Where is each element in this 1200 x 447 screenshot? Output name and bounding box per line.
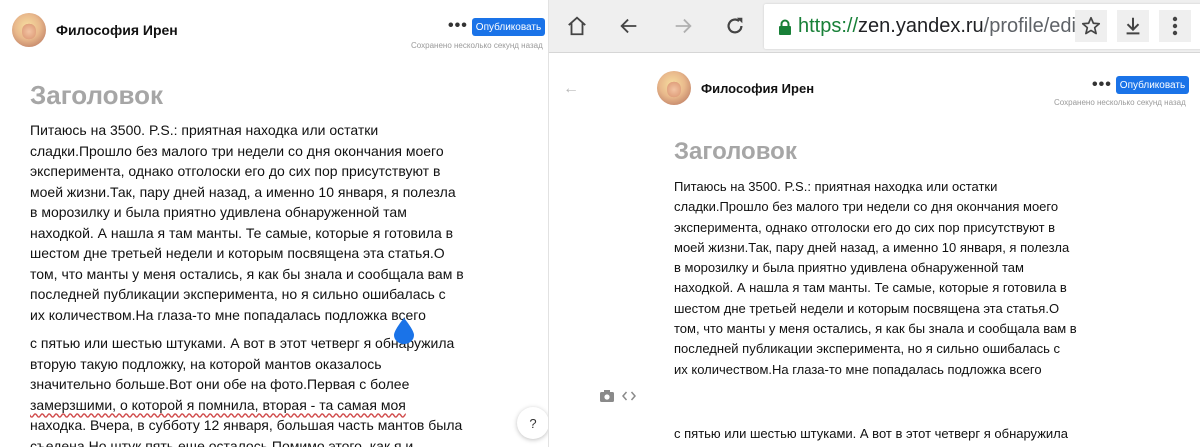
editor-header: Философия Ирен [12,13,178,47]
forward-icon[interactable] [667,10,699,42]
paragraph-line: эксперимента, однако отголоски его до си… [674,219,1056,235]
editor-back-icon[interactable]: ← [563,80,579,98]
url-text[interactable]: https://zen.yandex.ru/profile/edito [798,15,1093,38]
star-icon[interactable] [1075,10,1107,42]
more-menu-button[interactable]: ••• [1092,76,1112,94]
paragraph-line: сладки.Прошло без малого три недели со д… [674,199,1059,215]
back-icon[interactable] [613,10,645,42]
paragraph-line: вторую такую подложку, на которой мантов… [30,355,382,372]
paragraph-line: эксперимента, однако отголоски его до си… [30,163,441,179]
publish-button[interactable]: Опубликовать [472,18,545,36]
publish-button[interactable]: Опубликовать [1116,76,1189,94]
paragraph-line: Питаюсь на 3500. P.S.: приятная находка … [674,179,998,194]
embed-toolbar [600,390,636,405]
paragraph-line: находкой. А нашла я там манты. Те самые,… [674,280,1067,296]
avatar[interactable] [657,71,691,105]
paragraph-line: их количеством.На глаза-то мне попадалас… [674,361,1042,377]
reload-icon[interactable] [719,10,751,42]
browser-toolbar: https://zen.yandex.ru/profile/edito [549,0,1200,53]
paragraph-line: находкой. А нашла я там манты. Те самые,… [30,224,454,241]
paragraph-line: том, что манты у меня остались, я как бы… [30,265,464,282]
left-editor-pane: Философия Ирен ••• Опубликовать Сохранен… [0,0,548,447]
download-icon[interactable] [1117,10,1149,42]
url-host: zen.yandex.ru [858,15,984,37]
editor-header: Философия Ирен [657,71,814,105]
paragraph-line: последней публикации эксперимента, но я … [30,286,446,302]
avatar[interactable] [12,13,46,47]
paragraph-line: замерзшими, о которой я помнила, вторая … [30,396,406,413]
paragraph-line: Питаюсь на 3500. P.S.: приятная находка … [30,122,379,138]
author-name[interactable]: Философия Ирен [701,81,814,96]
paragraph-line: в морозилку и была приятно удивлена обна… [30,204,407,220]
saved-status: Сохранено несколько секунд назад [1054,98,1186,107]
more-menu-button[interactable]: ••• [448,17,468,35]
paragraph-line: сладки.Прошло без малого три недели со д… [30,142,444,159]
paragraph-line: с пятью или шестью штуками. А вот в этот… [674,426,1068,441]
paragraph-2[interactable]: с пятью или шестью штуками. А вот в этот… [674,424,1068,444]
split-screen: Философия Ирен ••• Опубликовать Сохранен… [0,0,1200,447]
lock-icon [778,19,792,35]
paragraph-line: моей жизни.Так, пару дней назад, а именн… [674,239,1070,255]
paragraph-line: значительно больше.Вот они обе на фото.П… [30,376,410,392]
code-icon[interactable] [622,390,636,405]
paragraph-2[interactable]: с пятью или шестью штуками. А вот в этот… [30,333,462,447]
saved-status: Сохранено несколько секунд назад [411,41,543,50]
paragraph-line: съедена.Но штук пять еще осталось.Помимо… [30,437,414,447]
paragraph-line: находка. Вчера, в субботу 12 января, бол… [30,417,463,433]
menu-icon[interactable] [1159,10,1191,42]
paragraph-1[interactable]: Питаюсь на 3500. P.S.: приятная находка … [30,120,464,325]
help-button[interactable]: ? [517,407,548,439]
paragraph-1[interactable]: Питаюсь на 3500. P.S.: приятная находка … [674,177,1077,380]
right-browser-pane: https://zen.yandex.ru/profile/edito ← Фи… [549,0,1200,447]
paragraph-line: том, что манты у меня остались, я как бы… [674,321,1077,337]
camera-icon[interactable] [600,390,614,405]
paragraph-line: в морозилку и была приятно удивлена обна… [674,260,1024,276]
text-cursor-handle-icon[interactable] [394,318,414,344]
title-input[interactable]: Заголовок [674,138,797,166]
title-input[interactable]: Заголовок [30,80,163,111]
paragraph-line: моей жизни.Так, пару дней назад, а именн… [30,183,456,200]
paragraph-line: последней публикации эксперимента, но я … [674,341,1060,357]
home-icon[interactable] [561,10,593,42]
author-name[interactable]: Философия Ирен [56,22,178,38]
url-scheme: https:// [798,15,859,37]
paragraph-line: шестом дне третьей недели и которым посв… [30,245,445,261]
paragraph-line: шестом дне третьей недели и которым посв… [674,300,1060,316]
